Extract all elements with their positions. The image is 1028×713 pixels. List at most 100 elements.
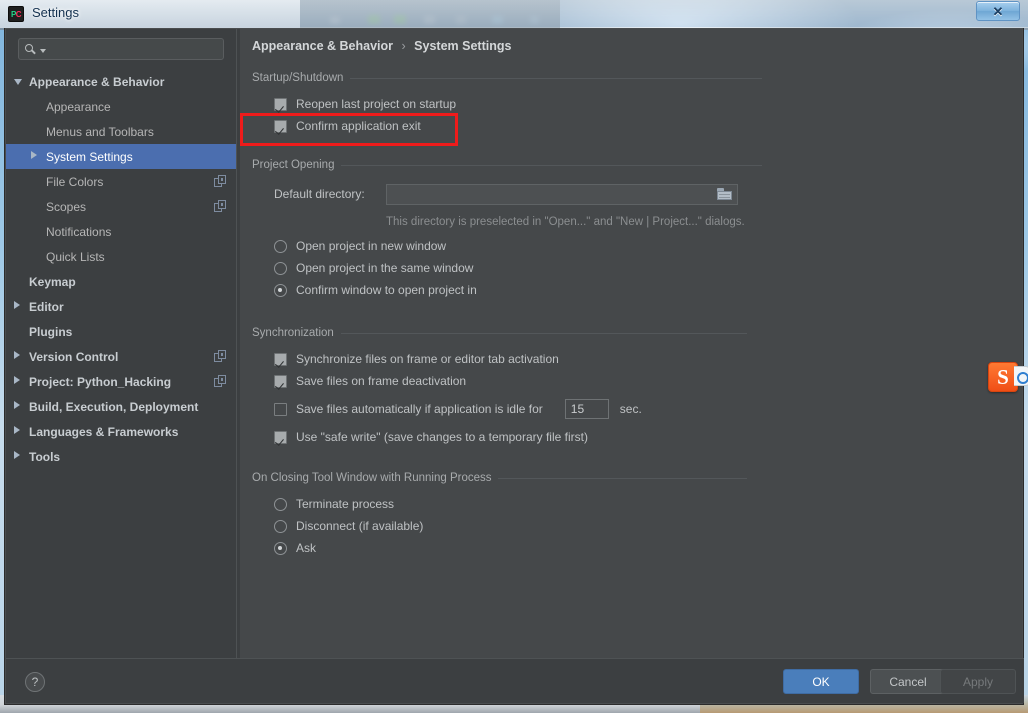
default-directory-hint: This directory is preselected in "Open..… xyxy=(386,216,745,228)
copy-settings-icon[interactable] xyxy=(214,350,227,363)
sidebar-item-system-settings[interactable]: System Settings xyxy=(6,144,236,169)
group-header: Startup/Shutdown xyxy=(252,71,762,85)
chevron-right-icon[interactable] xyxy=(14,376,20,384)
sidebar-item-plugins[interactable]: Plugins xyxy=(6,319,236,344)
copy-settings-icon[interactable] xyxy=(214,175,227,188)
copy-settings-icon[interactable] xyxy=(214,200,227,213)
option-reopen-last-project[interactable]: Reopen last project on startup xyxy=(274,93,762,115)
group-startup-shutdown: Startup/Shutdown Reopen last project on … xyxy=(252,71,762,137)
breadcrumb: Appearance & Behavior › System Settings xyxy=(252,39,511,53)
group-title: Project Opening xyxy=(252,159,335,171)
cancel-button[interactable]: Cancel xyxy=(870,669,946,694)
sidebar-item-build-execution-deployment[interactable]: Build, Execution, Deployment xyxy=(6,394,236,419)
chevron-right-icon[interactable] xyxy=(31,151,37,159)
chevron-right-icon[interactable] xyxy=(14,301,20,309)
option-label: Terminate process xyxy=(296,497,395,511)
close-icon[interactable]: ✕ xyxy=(976,1,1020,21)
group-project-opening: Project Opening Default directory: This … xyxy=(252,158,762,301)
confirm-application-exit-checkbox[interactable] xyxy=(274,119,287,133)
project-opening-option[interactable]: Confirm window to open project in xyxy=(274,279,762,301)
ime-toolbar-panel[interactable] xyxy=(1014,366,1028,386)
title-bar-glass xyxy=(300,0,560,28)
sidebar-item-editor[interactable]: Editor xyxy=(6,294,236,319)
help-glyph: ? xyxy=(31,675,39,689)
save-on-frame-deactivation-checkbox[interactable] xyxy=(274,374,287,388)
breadcrumb-parent[interactable]: Appearance & Behavior xyxy=(252,39,393,53)
window-title-bar[interactable]: PC Settings ✕ xyxy=(0,0,1028,28)
sidebar-item-appearance[interactable]: Appearance xyxy=(6,94,236,119)
closing-tool-window-radio[interactable] xyxy=(274,541,287,555)
sidebar-item-tools[interactable]: Tools xyxy=(6,444,236,469)
sidebar-item-label: Appearance & Behavior xyxy=(29,74,165,89)
sidebar-item-label: Editor xyxy=(29,299,64,314)
sidebar-item-keymap[interactable]: Keymap xyxy=(6,269,236,294)
search-field-wrapper xyxy=(18,38,224,60)
browse-folder-icon[interactable] xyxy=(717,188,732,200)
group-header: Project Opening xyxy=(252,158,762,172)
breadcrumb-separator: › xyxy=(401,39,406,53)
ok-button[interactable]: OK xyxy=(783,669,859,694)
sidebar-item-label: File Colors xyxy=(46,174,104,189)
group-divider xyxy=(350,77,762,79)
reopen-last-project-checkbox[interactable] xyxy=(274,97,287,111)
option-label: Confirm window to open project in xyxy=(296,283,477,297)
option-synchronize-files[interactable]: Synchronize files on frame or editor tab… xyxy=(274,348,747,370)
apply-button[interactable]: Apply xyxy=(940,669,1016,694)
dialog-inner-border: Appearance & Behavior Appearance Menus and… xyxy=(5,28,1024,704)
chevron-down-icon[interactable] xyxy=(14,79,22,85)
save-when-idle-checkbox[interactable] xyxy=(274,402,287,416)
sidebar-item-project-python-hacking[interactable]: Project: Python_Hacking xyxy=(6,369,236,394)
ime-floating-toolbar[interactable]: S xyxy=(988,360,1028,394)
search-input[interactable] xyxy=(46,41,223,57)
sidebar-item-scopes[interactable]: Scopes xyxy=(6,194,236,219)
project-opening-radio[interactable] xyxy=(274,261,287,275)
option-use-safe-write[interactable]: Use "safe write" (save changes to a temp… xyxy=(274,426,747,448)
synchronize-files-checkbox[interactable] xyxy=(274,352,287,366)
cancel-label: Cancel xyxy=(889,674,927,689)
option-save-on-deactivation[interactable]: Save files on frame deactivation xyxy=(274,370,747,392)
project-opening-option[interactable]: Open project in new window xyxy=(274,235,762,257)
sidebar-item-label: Project: Python_Hacking xyxy=(29,374,172,389)
idle-seconds-field[interactable] xyxy=(564,399,609,419)
closing-tool-window-radio[interactable] xyxy=(274,519,287,533)
help-icon[interactable]: ? xyxy=(25,672,45,692)
sidebar-item-label: Build, Execution, Deployment xyxy=(29,399,199,414)
default-directory-row: Default directory: xyxy=(252,183,762,205)
default-directory-input[interactable] xyxy=(387,184,717,204)
sidebar-item-file-colors[interactable]: File Colors xyxy=(6,169,236,194)
option-label: Save files automatically if application … xyxy=(296,402,543,416)
closing-tool-window-radio[interactable] xyxy=(274,497,287,511)
chevron-right-icon[interactable] xyxy=(14,426,20,434)
chevron-right-icon[interactable] xyxy=(14,401,20,409)
copy-settings-icon[interactable] xyxy=(214,375,227,388)
ok-label: OK xyxy=(812,674,830,689)
sidebar-item-quick-lists[interactable]: Quick Lists xyxy=(6,244,236,269)
closing-tool-window-option[interactable]: Ask xyxy=(274,537,747,559)
group-divider xyxy=(340,332,747,334)
search-box[interactable] xyxy=(18,38,224,60)
closing-tool-window-option[interactable]: Disconnect (if available) xyxy=(274,515,747,537)
group-closing-tool-window: On Closing Tool Window with Running Proc… xyxy=(252,471,747,559)
option-label: Disconnect (if available) xyxy=(296,519,424,533)
closing-tool-window-option[interactable]: Terminate process xyxy=(274,493,747,515)
project-opening-radio[interactable] xyxy=(274,239,287,253)
chevron-right-icon[interactable] xyxy=(14,351,20,359)
sidebar-item-version-control[interactable]: Version Control xyxy=(6,344,236,369)
settings-sidebar: Appearance & Behavior Appearance Menus and… xyxy=(6,29,236,659)
sidebar-item-appearance-behavior[interactable]: Appearance & Behavior xyxy=(6,69,236,94)
sidebar-item-notifications[interactable]: Notifications xyxy=(6,219,236,244)
use-safe-write-checkbox[interactable] xyxy=(274,430,287,444)
chevron-right-icon[interactable] xyxy=(14,451,20,459)
sidebar-item-label: Quick Lists xyxy=(46,249,105,264)
search-icon xyxy=(25,43,39,55)
option-confirm-application-exit[interactable]: Confirm application exit xyxy=(274,115,762,137)
close-glyph: ✕ xyxy=(992,3,1004,19)
project-opening-radio[interactable] xyxy=(274,283,287,297)
window-title: Settings xyxy=(32,5,79,20)
project-opening-option[interactable]: Open project in the same window xyxy=(274,257,762,279)
option-save-when-idle[interactable]: Save files automatically if application … xyxy=(274,398,747,420)
idle-seconds-input[interactable] xyxy=(565,400,608,418)
sidebar-item-languages-frameworks[interactable]: Languages & Frameworks xyxy=(6,419,236,444)
default-directory-field[interactable] xyxy=(386,183,738,205)
sidebar-item-menus-and-toolbars[interactable]: Menus and Toolbars xyxy=(6,119,236,144)
